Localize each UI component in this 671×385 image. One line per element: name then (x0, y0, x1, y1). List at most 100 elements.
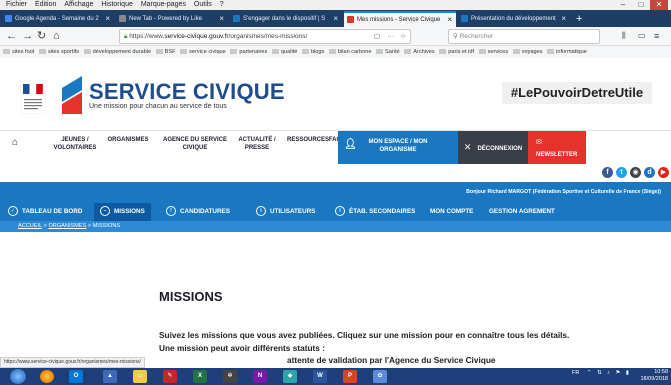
close-tab-icon[interactable]: × (219, 12, 224, 26)
dashnav-etab-secondaires[interactable]: i ÉTAB. SECONDAIRES (335, 203, 415, 221)
volume-icon[interactable]: ♪ (607, 370, 610, 376)
language-indicator[interactable]: FR (572, 370, 579, 376)
outlook-icon[interactable]: O (69, 370, 83, 383)
photos-icon[interactable]: ▲ (103, 370, 117, 383)
new-tab-icon[interactable]: + (574, 12, 588, 26)
menu-help[interactable]: ? (220, 1, 224, 8)
file-explorer-icon[interactable]: ▭ (133, 370, 147, 383)
instagram-icon[interactable]: ◉ (630, 167, 641, 178)
menu-edit[interactable]: Édition (35, 1, 56, 8)
back-icon[interactable]: ← (6, 29, 17, 43)
logout-button[interactable]: ✕ DÉCONNEXION (458, 131, 528, 164)
twitter-icon[interactable]: t (616, 167, 627, 178)
newsletter-button[interactable]: ✉NEWSLETTER (528, 131, 586, 164)
flag-icon[interactable]: ⚑ (615, 370, 620, 376)
hashtag-banner[interactable]: #LePouvoirDetreUtile (502, 82, 652, 104)
arrow-up-icon[interactable]: ⌃ (587, 370, 592, 376)
acrobat-icon[interactable]: ✎ (163, 370, 177, 383)
nav-actualite-presse[interactable]: ACTUALITÉ / PRESSE (232, 136, 282, 152)
republique-francaise-logo[interactable] (20, 80, 46, 114)
taskbar-clock[interactable]: 10:58 18/09/2018 (638, 369, 668, 383)
powerpoint-icon[interactable]: P (343, 370, 357, 383)
reader-icon[interactable]: ▢ (374, 30, 380, 43)
folder-icon (376, 49, 384, 55)
breadcrumb-accueil[interactable]: ACCUEIL (18, 223, 42, 229)
bookmark-star-icon[interactable]: ☆ (400, 30, 406, 43)
nav-organismes[interactable]: ORGANISMES (103, 136, 153, 144)
dashnav-candidatures[interactable]: ! CANDIDATURES (166, 203, 230, 221)
menu-file[interactable]: Fichier (6, 1, 27, 8)
menu-view[interactable]: Affichage (64, 1, 93, 8)
logo-title[interactable]: SERVICE CIVIQUE (89, 79, 285, 105)
dashnav-gestion-agrement[interactable]: GESTION AGREMENT (489, 203, 555, 221)
search-icon: ⚲ (453, 33, 458, 40)
bookmark-folder[interactable]: partenaires (230, 46, 267, 58)
tab-mes-missions[interactable]: Mes missions - Service Civique × (344, 11, 456, 27)
home-icon[interactable]: ⌂ (53, 29, 60, 43)
close-tab-icon[interactable]: × (333, 12, 338, 26)
breadcrumb-organismes[interactable]: ORGANISMES (48, 223, 86, 229)
start-button-icon[interactable] (10, 369, 26, 384)
bookmark-folder[interactable]: informatique (547, 46, 587, 58)
library-icon[interactable]: ⫼ (622, 29, 626, 43)
bookmark-folder[interactable]: bilan carbone (328, 46, 371, 58)
menu-tools[interactable]: Outils (194, 1, 212, 8)
bookmark-folder[interactable]: qualité (271, 46, 297, 58)
dashnav-utilisateurs[interactable]: i UTILISATEURS (256, 203, 315, 221)
address-bar[interactable]: 🔒︎ https://www.service-civique.gouv.fr/o… (119, 29, 411, 44)
bookmark-folder[interactable]: sites foot (3, 46, 34, 58)
hamburger-menu-icon[interactable]: ≡ (654, 29, 659, 43)
nav-agence[interactable]: AGENCE DU SERVICE CIVIQUE (156, 136, 234, 152)
bookmark-folder[interactable]: service civique (180, 46, 226, 58)
settings-app-icon[interactable]: ✿ (373, 370, 387, 383)
excel-icon[interactable]: X (193, 370, 207, 383)
bookmark-folder[interactable]: sites sportifs (38, 46, 79, 58)
system-tray[interactable]: FR ⌃ ⇅ ♪ ⚑ ▮ (572, 370, 629, 377)
signal-icon[interactable]: ▮ (626, 370, 629, 376)
minimize-icon[interactable]: – (614, 0, 632, 10)
mon-espace-button[interactable]: 👤︎ MON ESPACE / MON ORGANISME (338, 131, 458, 164)
sidebar-icon[interactable]: ▭ (638, 29, 646, 43)
tab-presentation[interactable]: Présentation du développement × (458, 12, 570, 26)
service-civique-icon (233, 14, 240, 22)
app-icon[interactable]: ✻ (223, 370, 237, 383)
menu-bookmarks[interactable]: Marque-pages (141, 1, 186, 8)
tab-new-tab[interactable]: New Tab - Powered by Like × (116, 12, 228, 26)
close-tab-icon[interactable]: × (105, 12, 110, 26)
bookmark-folder[interactable]: voyages (512, 46, 543, 58)
bookmark-folder[interactable]: développement durable (83, 46, 151, 58)
dailymotion-icon[interactable]: d (644, 167, 655, 178)
facebook-icon[interactable]: f (602, 167, 613, 178)
youtube-icon[interactable]: ▶ (658, 167, 669, 178)
firefox-icon[interactable] (40, 370, 54, 383)
close-tab-icon[interactable]: × (447, 13, 452, 27)
search-input[interactable]: ⚲ Rechercher (448, 29, 600, 44)
dashnav-tableau-de-bord[interactable]: ✓ TABLEAU DE BORD (8, 203, 82, 221)
dashnav-missions[interactable]: – MISSIONS (94, 203, 151, 221)
word-icon[interactable]: W (313, 370, 327, 383)
network-icon[interactable]: ⇅ (597, 370, 602, 376)
maximize-icon[interactable]: □ (632, 0, 650, 10)
bookmark-folder[interactable]: Archives (404, 46, 435, 58)
tab-sengager[interactable]: S'engager dans le dispositif | S × (230, 12, 342, 26)
reload-icon[interactable]: ↻ (37, 29, 46, 43)
bookmark-folder[interactable]: services (478, 46, 508, 58)
nav-jeunes-volontaires[interactable]: JEUNES / VOLONTAIRES (50, 136, 100, 152)
service-civique-logo-icon[interactable] (58, 74, 88, 116)
nav-ressources[interactable]: RESSOURCES (285, 136, 331, 144)
network-app-icon[interactable]: ◆ (283, 370, 297, 383)
home-icon[interactable]: ⌂ (12, 137, 18, 148)
close-tab-icon[interactable]: × (561, 12, 566, 26)
bookmark-folder[interactable]: paris et idf (439, 46, 474, 58)
close-window-icon[interactable]: ✕ (650, 0, 668, 10)
bookmark-folder[interactable]: Santé (376, 46, 400, 58)
bookmark-folder[interactable]: blogs (301, 46, 324, 58)
onenote-icon[interactable]: N (253, 370, 267, 383)
dashnav-mon-compte[interactable]: MON COMPTE (430, 203, 473, 221)
folder-icon (328, 49, 336, 55)
bookmark-folder[interactable]: BSF (155, 46, 176, 58)
menu-history[interactable]: Historique (101, 1, 133, 8)
tab-google-agenda[interactable]: Google Agenda - Semaine du 2 × (2, 12, 114, 26)
forward-icon[interactable]: → (22, 29, 33, 43)
page-actions-icon[interactable]: ··· (388, 30, 395, 43)
